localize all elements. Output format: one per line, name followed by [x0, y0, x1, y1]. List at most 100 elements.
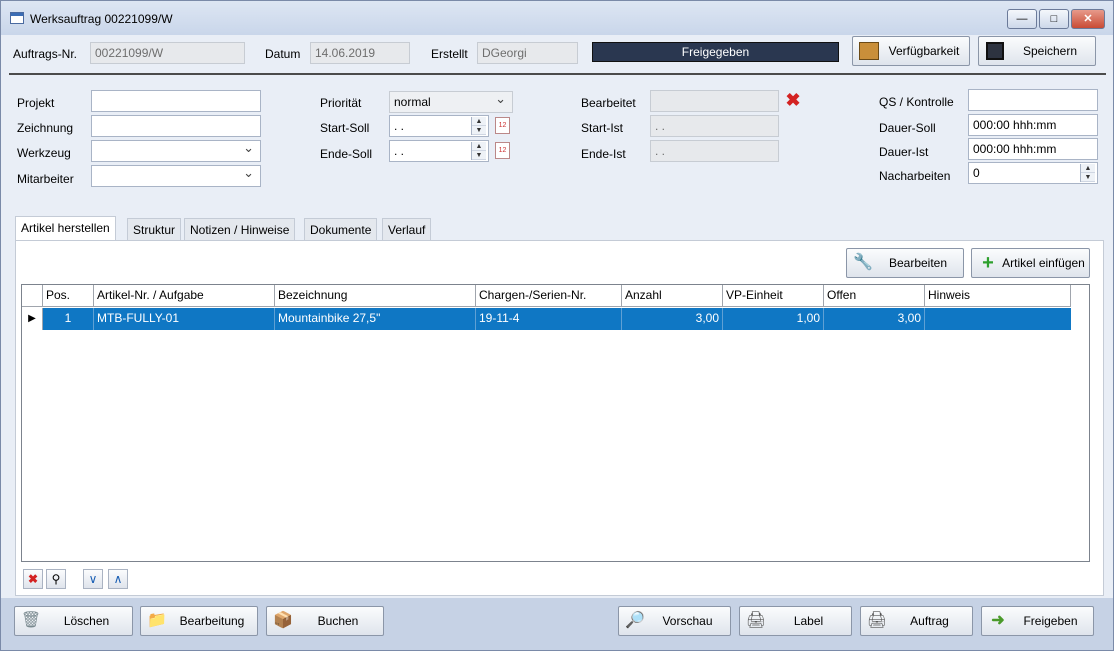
- chevron-up-icon[interactable]: ∧: [108, 569, 128, 589]
- order-button[interactable]: 🖨 Auftrag: [860, 606, 973, 636]
- end-target-field[interactable]: . . ▲ ▼: [389, 140, 489, 162]
- cell-article[interactable]: MTB-FULLY-01: [94, 308, 275, 330]
- priority-label: Priorität: [320, 96, 362, 110]
- delete-x-icon[interactable]: ✖: [23, 569, 43, 589]
- qa-field[interactable]: [968, 89, 1098, 111]
- end-target-spinner[interactable]: ▲ ▼: [471, 142, 486, 160]
- date-label: Datum: [265, 47, 301, 61]
- drawing-field[interactable]: [91, 115, 261, 137]
- order-number-label: Auftrags-Nr.: [13, 47, 78, 61]
- trash-icon: 🗑: [20, 612, 42, 629]
- calendar-icon[interactable]: 12: [495, 142, 510, 159]
- tool-dropdown[interactable]: [91, 140, 261, 162]
- end-actual-field[interactable]: . .: [650, 140, 779, 162]
- created-by-label: Erstellt: [431, 47, 468, 61]
- insert-article-button[interactable]: + Artikel einfügen: [971, 248, 1090, 278]
- header-divider: [9, 73, 1106, 75]
- availability-icon: [859, 42, 879, 60]
- cell-pos[interactable]: 1: [43, 308, 94, 330]
- tool-label: Werkzeug: [17, 146, 71, 160]
- printer-icon: 🖨: [745, 612, 767, 629]
- maximize-button[interactable]: □: [1039, 9, 1069, 29]
- table-row[interactable]: ▶ 1 MTB-FULLY-01 Mountainbike 27,5" 19-1…: [22, 308, 1071, 330]
- tab-documents[interactable]: Dokumente: [304, 218, 378, 240]
- rework-field[interactable]: 0 ▲ ▼: [968, 162, 1098, 184]
- window-icon: [10, 12, 24, 24]
- tab-article-production[interactable]: Artikel herstellen: [15, 216, 116, 240]
- window-title: Werksauftrag 00221099/W: [30, 12, 173, 26]
- cell-quantity[interactable]: 3,00: [622, 308, 723, 330]
- project-field[interactable]: [91, 90, 261, 112]
- column-header[interactable]: Anzahl: [622, 285, 723, 307]
- minimize-button[interactable]: —: [1007, 9, 1037, 29]
- order-number-field[interactable]: 00221099/W: [90, 42, 245, 64]
- column-header[interactable]: Artikel-Nr. / Aufgabe: [94, 285, 275, 307]
- duration-actual-field[interactable]: 000:00 hhh:mm: [968, 138, 1098, 160]
- save-button[interactable]: Speichern: [978, 36, 1096, 66]
- cell-description[interactable]: Mountainbike 27,5": [275, 308, 476, 330]
- status-badge: Freigegeben: [592, 42, 839, 62]
- drawing-label: Zeichnung: [17, 121, 74, 135]
- start-actual-label: Start-Ist: [581, 121, 624, 135]
- save-disk-icon: [986, 42, 1004, 60]
- availability-button[interactable]: Verfügbarkeit: [852, 36, 970, 66]
- plus-icon: +: [982, 252, 994, 274]
- tab-notes[interactable]: Notizen / Hinweise: [184, 218, 296, 240]
- start-target-field[interactable]: . . ▲ ▼: [389, 115, 489, 137]
- column-header[interactable]: Hinweis: [925, 285, 1071, 307]
- edited-field[interactable]: [650, 90, 779, 112]
- column-header[interactable]: VP-Einheit: [723, 285, 824, 307]
- cell-batch[interactable]: 19-11-4: [476, 308, 622, 330]
- column-header[interactable]: Offen: [824, 285, 925, 307]
- tab-history[interactable]: Verlauf: [382, 218, 432, 240]
- priority-dropdown[interactable]: normal: [389, 91, 513, 113]
- table-header: Pos. Artikel-Nr. / Aufgabe Bezeichnung C…: [22, 285, 1071, 307]
- magnifier-icon[interactable]: ⚲: [46, 569, 66, 589]
- cell-note[interactable]: [925, 308, 1071, 330]
- article-table[interactable]: Pos. Artikel-Nr. / Aufgabe Bezeichnung C…: [21, 284, 1090, 562]
- folder-icon: 📁: [147, 612, 167, 629]
- clear-x-icon[interactable]: ✖: [784, 91, 802, 109]
- duration-target-label: Dauer-Soll: [879, 121, 936, 135]
- preview-icon: 🔎: [625, 612, 645, 629]
- tab-structure[interactable]: Struktur: [127, 218, 182, 240]
- edit-button[interactable]: 🔧 Bearbeiten: [846, 248, 964, 278]
- qa-label: QS / Kontrolle: [879, 95, 954, 109]
- start-target-spinner[interactable]: ▲ ▼: [471, 117, 486, 135]
- book-button[interactable]: 📦 Buchen: [266, 606, 384, 636]
- release-button[interactable]: ➜ Freigeben: [981, 606, 1094, 636]
- wrench-icon: 🔧: [853, 254, 873, 271]
- calendar-icon[interactable]: 12: [495, 117, 510, 134]
- end-actual-label: Ende-Ist: [581, 147, 626, 161]
- row-indicator-header: [22, 285, 43, 307]
- column-header[interactable]: Bezeichnung: [275, 285, 476, 307]
- employee-label: Mitarbeiter: [17, 172, 74, 186]
- chevron-down-icon[interactable]: ∨: [83, 569, 103, 589]
- delete-button[interactable]: 🗑 Löschen: [14, 606, 133, 636]
- start-actual-field[interactable]: . .: [650, 115, 779, 137]
- work-order-window: Werksauftrag 00221099/W — □ ✕ Auftrags-N…: [0, 0, 1114, 651]
- column-header[interactable]: Pos.: [43, 285, 94, 307]
- release-arrow-icon: ➜: [991, 612, 1005, 629]
- cell-unit-price[interactable]: 1,00: [723, 308, 824, 330]
- start-target-label: Start-Soll: [320, 121, 370, 135]
- preview-button[interactable]: 🔎 Vorschau: [618, 606, 731, 636]
- label-button[interactable]: 🖨 Label: [739, 606, 852, 636]
- created-by-field[interactable]: DGeorgi: [477, 42, 578, 64]
- edited-label: Bearbeitet: [581, 96, 636, 110]
- rework-spinner[interactable]: ▲ ▼: [1080, 164, 1095, 182]
- printer-icon: 🖨: [866, 612, 888, 629]
- title-bar: Werksauftrag 00221099/W — □ ✕: [1, 1, 1113, 35]
- box-icon: 📦: [273, 612, 293, 629]
- close-button[interactable]: ✕: [1071, 9, 1105, 29]
- cell-open[interactable]: 3,00: [824, 308, 925, 330]
- date-field[interactable]: 14.06.2019: [310, 42, 410, 64]
- processing-button[interactable]: 📁 Bearbeitung: [140, 606, 258, 636]
- column-header[interactable]: Chargen-/Serien-Nr.: [476, 285, 622, 307]
- row-indicator-icon: ▶: [22, 308, 43, 330]
- project-label: Projekt: [17, 96, 55, 110]
- rework-label: Nacharbeiten: [879, 169, 951, 183]
- employee-dropdown[interactable]: [91, 165, 261, 187]
- end-target-label: Ende-Soll: [320, 147, 373, 161]
- duration-target-field[interactable]: 000:00 hhh:mm: [968, 114, 1098, 136]
